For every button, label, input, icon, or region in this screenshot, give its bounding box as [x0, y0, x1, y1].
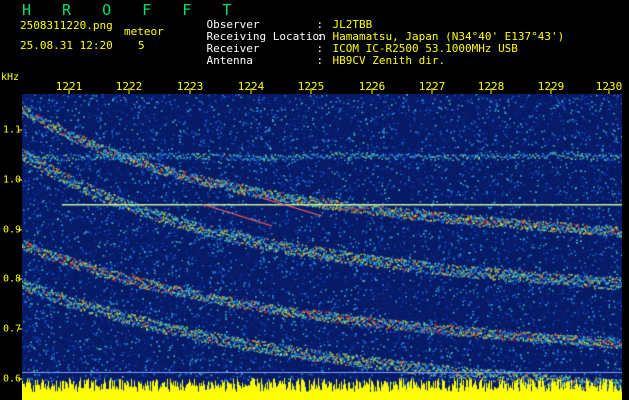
spectrogram-panel [22, 94, 622, 400]
spectrogram-canvas [22, 94, 622, 400]
